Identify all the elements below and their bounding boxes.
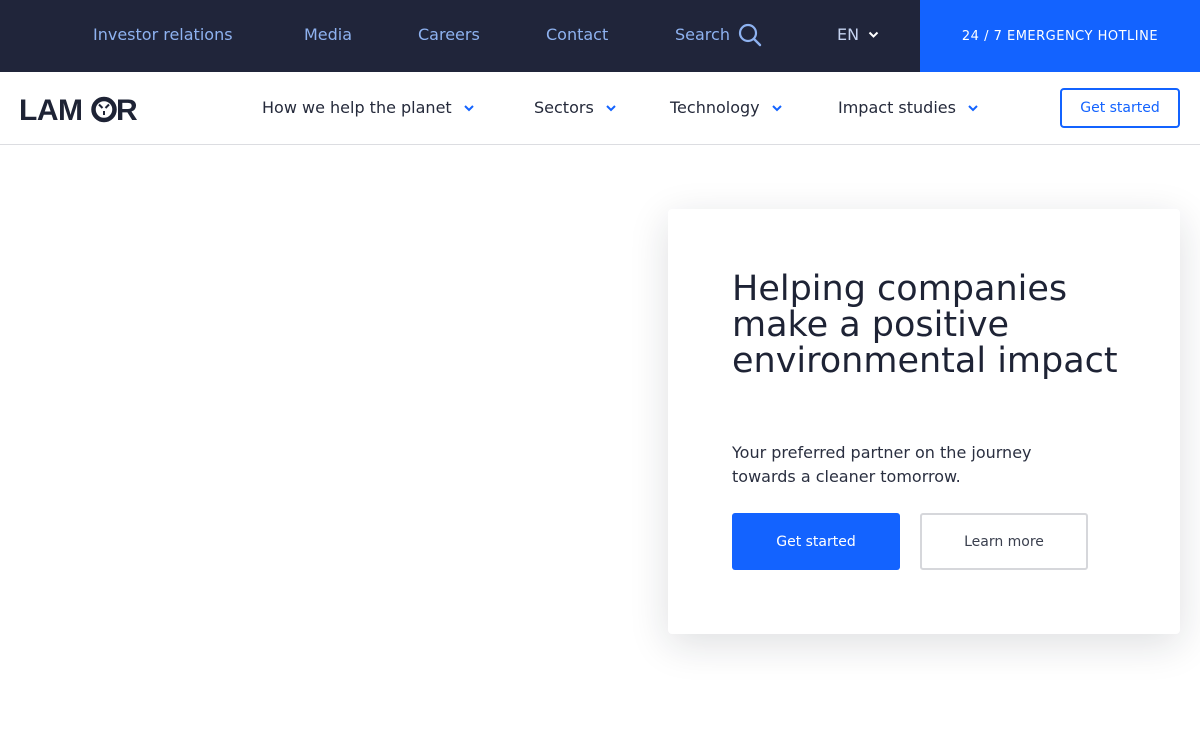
emergency-hotline-button[interactable]: 24 / 7 EMERGENCY HOTLINE (920, 0, 1200, 72)
nav-item-technology[interactable]: Technology (670, 98, 782, 118)
language-selector[interactable]: EN (837, 25, 879, 45)
chevron-down-icon (868, 31, 879, 38)
nav-item-label: Sectors (534, 98, 594, 117)
chevron-down-icon (463, 104, 474, 111)
search-label: Search (675, 25, 730, 44)
chevron-down-icon (606, 104, 616, 111)
search-icon (738, 23, 762, 47)
learn-more-button[interactable]: Learn more (920, 513, 1088, 570)
hero-card: Helping companies make a positive enviro… (668, 209, 1180, 634)
nav-item-sectors[interactable]: Sectors (534, 98, 616, 118)
lamor-logo[interactable]: LAM R (19, 95, 139, 125)
get-started-nav-label: Get started (1080, 100, 1160, 116)
investor-relations-link[interactable]: Investor relations (93, 25, 233, 45)
nav-item-label: Impact studies (838, 98, 956, 117)
get-started-label: Get started (776, 533, 856, 550)
language-label: EN (837, 25, 860, 44)
get-started-button[interactable]: Get started (732, 513, 900, 570)
learn-more-label: Learn more (964, 533, 1044, 550)
chevron-down-icon (771, 104, 782, 111)
hero-subtitle: Your preferred partner on the journey to… (732, 443, 1032, 486)
contact-link[interactable]: Contact (546, 25, 608, 45)
main-navigation: LAM R How we help the planet Sectors Tec… (0, 72, 1200, 145)
hotline-label: 24 / 7 EMERGENCY HOTLINE (961, 28, 1159, 44)
top-utility-bar: Investor relations Media Careers Contact… (0, 0, 1200, 72)
svg-text:LAM: LAM (19, 95, 82, 125)
nav-item-label: How we help the planet (262, 98, 452, 117)
get-started-nav-button[interactable]: Get started (1060, 88, 1180, 128)
nav-item-label: Technology (670, 98, 760, 117)
nav-item-how-we-help[interactable]: How we help the planet (262, 98, 474, 118)
media-link[interactable]: Media (304, 25, 352, 45)
nav-item-impact-studies[interactable]: Impact studies (838, 98, 978, 118)
chevron-down-icon (968, 104, 978, 111)
search-button[interactable]: Search (675, 22, 762, 48)
careers-link[interactable]: Careers (418, 25, 480, 45)
hero-title: Helping companies make a positive enviro… (732, 269, 1118, 381)
svg-text:R: R (116, 95, 138, 125)
